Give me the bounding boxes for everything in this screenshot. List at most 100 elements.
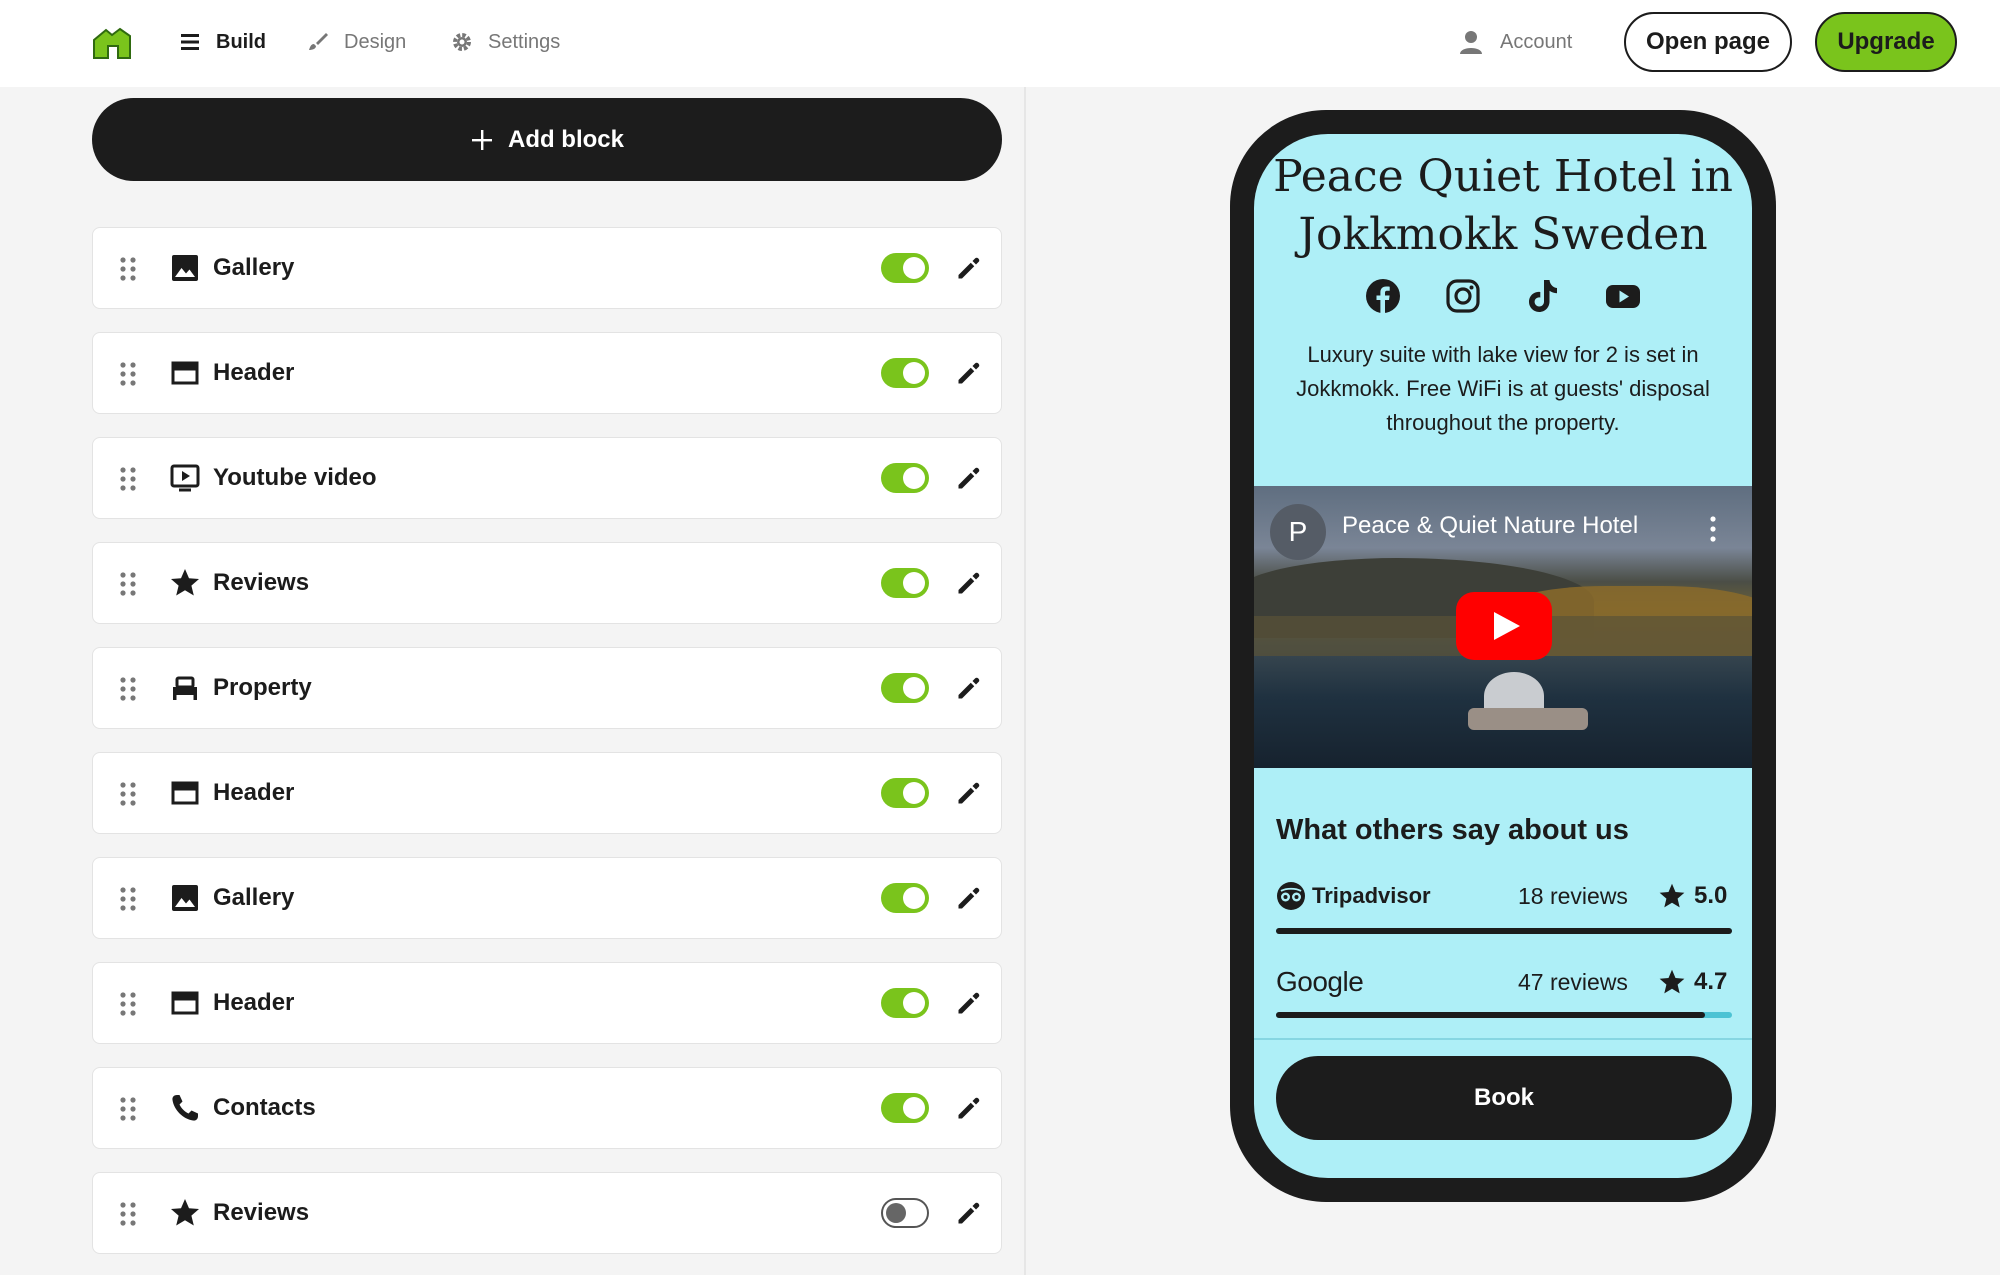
- block-label: Header: [213, 359, 295, 386]
- upgrade-button[interactable]: Upgrade: [1815, 12, 1957, 72]
- nav-build[interactable]: Build: [178, 26, 266, 58]
- more-vertical-icon[interactable]: [1710, 516, 1716, 542]
- visibility-toggle[interactable]: [881, 1198, 929, 1228]
- review-score: 4.7: [1694, 968, 1728, 995]
- block-row-header[interactable]: Header: [92, 332, 1002, 414]
- drag-handle-icon[interactable]: [119, 676, 137, 702]
- add-block-button[interactable]: Add block: [92, 98, 1002, 181]
- preview-screen: Peace Quiet Hotel in Jokkmokk Sweden Lux…: [1254, 134, 1752, 1178]
- drag-handle-icon[interactable]: [119, 781, 137, 807]
- review-source-google[interactable]: Google 47 reviews 4.7: [1276, 962, 1732, 1002]
- review-source-tripadvisor[interactable]: Tripadvisor 18 reviews 5.0: [1276, 876, 1732, 916]
- toggle-knob: [903, 677, 925, 699]
- video-icon: [170, 464, 200, 492]
- visibility-toggle[interactable]: [881, 358, 929, 388]
- block-row-contacts[interactable]: Contacts: [92, 1067, 1002, 1149]
- block-row-reviews[interactable]: Reviews: [92, 542, 1002, 624]
- brush-icon: [309, 33, 328, 50]
- review-bar-google: [1276, 1012, 1732, 1018]
- visibility-toggle[interactable]: [881, 673, 929, 703]
- top-bar: Build Design Settings Account Open page …: [0, 0, 2000, 87]
- block-label: Reviews: [213, 1199, 310, 1226]
- open-page-button[interactable]: Open page: [1624, 12, 1792, 72]
- drag-handle-icon[interactable]: [119, 571, 137, 597]
- drag-handle-icon[interactable]: [119, 466, 137, 492]
- logo-icon[interactable]: [92, 26, 132, 60]
- review-bar-tripadvisor: [1276, 928, 1732, 934]
- image-icon: [172, 885, 198, 911]
- toggle-knob: [903, 782, 925, 804]
- star-icon: [1659, 969, 1685, 994]
- tripadvisor-owl-icon: [1277, 882, 1305, 910]
- pencil-icon[interactable]: [955, 989, 983, 1017]
- nav-settings[interactable]: Settings: [450, 26, 560, 58]
- block-row-reviews[interactable]: Reviews: [92, 1172, 1002, 1254]
- drag-handle-icon[interactable]: [119, 1096, 137, 1122]
- account-menu[interactable]: Account: [1458, 26, 1572, 58]
- star-icon: [171, 1199, 199, 1226]
- drag-handle-icon[interactable]: [119, 886, 137, 912]
- pencil-icon[interactable]: [955, 569, 983, 597]
- play-button[interactable]: [1456, 592, 1552, 660]
- video-title[interactable]: Peace & Quiet Nature Hotel: [1342, 512, 1638, 540]
- youtube-icon[interactable]: [1605, 278, 1641, 314]
- visibility-toggle[interactable]: [881, 1093, 929, 1123]
- block-row-gallery[interactable]: Gallery: [92, 857, 1002, 939]
- preview-description: Luxury suite with lake view for 2 is set…: [1296, 342, 1710, 435]
- visibility-toggle[interactable]: [881, 988, 929, 1018]
- gear-icon: [453, 33, 471, 51]
- visibility-toggle[interactable]: [881, 463, 929, 493]
- nav-design-label: Design: [344, 30, 407, 53]
- review-bar-fill: [1276, 1012, 1705, 1018]
- pencil-icon[interactable]: [955, 884, 983, 912]
- visibility-toggle[interactable]: [881, 778, 929, 808]
- pencil-icon[interactable]: [955, 464, 983, 492]
- block-label: Gallery: [213, 254, 295, 281]
- block-label: Contacts: [213, 1094, 316, 1121]
- tiktok-icon[interactable]: [1525, 278, 1561, 314]
- bed-icon: [173, 676, 197, 700]
- menu-icon: [181, 34, 199, 50]
- toggle-knob: [903, 887, 925, 909]
- header-icon: [171, 781, 199, 805]
- pencil-icon[interactable]: [955, 359, 983, 387]
- pencil-icon[interactable]: [955, 254, 983, 282]
- channel-avatar[interactable]: P: [1270, 504, 1326, 560]
- review-score: 5.0: [1694, 882, 1728, 909]
- account-label: Account: [1500, 30, 1573, 53]
- visibility-toggle[interactable]: [881, 568, 929, 598]
- nav-design[interactable]: Design: [306, 26, 406, 58]
- visibility-toggle[interactable]: [881, 253, 929, 283]
- star-icon: [171, 569, 199, 596]
- social-links: [1254, 278, 1752, 314]
- review-count: 47 reviews: [1518, 969, 1628, 995]
- block-row-property[interactable]: Property: [92, 647, 1002, 729]
- drag-handle-icon[interactable]: [119, 991, 137, 1017]
- pencil-icon[interactable]: [955, 779, 983, 807]
- add-block-label: Add block: [507, 125, 624, 153]
- drag-handle-icon[interactable]: [119, 1201, 137, 1227]
- block-row-gallery[interactable]: Gallery: [92, 227, 1002, 309]
- video-thumbnail-deck: [1468, 708, 1588, 730]
- block-label: Property: [213, 674, 312, 701]
- divider: [1254, 1038, 1752, 1040]
- pencil-icon[interactable]: [955, 1199, 983, 1227]
- toggle-knob: [903, 257, 925, 279]
- book-button[interactable]: Book: [1276, 1056, 1732, 1140]
- image-icon: [172, 255, 198, 281]
- instagram-icon[interactable]: [1445, 278, 1481, 314]
- block-row-header[interactable]: Header: [92, 962, 1002, 1044]
- block-label: Header: [213, 779, 295, 806]
- pencil-icon[interactable]: [955, 1094, 983, 1122]
- facebook-icon[interactable]: [1365, 278, 1401, 314]
- block-row-header[interactable]: Header: [92, 752, 1002, 834]
- youtube-video-player[interactable]: P Peace & Quiet Nature Hotel: [1254, 486, 1752, 768]
- drag-handle-icon[interactable]: [119, 256, 137, 282]
- block-label: Youtube video: [213, 464, 377, 491]
- reviews-title: What others say about us: [1276, 814, 1629, 846]
- block-row-youtube-video[interactable]: Youtube video: [92, 437, 1002, 519]
- pencil-icon[interactable]: [955, 674, 983, 702]
- drag-handle-icon[interactable]: [119, 361, 137, 387]
- visibility-toggle[interactable]: [881, 883, 929, 913]
- toggle-knob: [886, 1202, 906, 1223]
